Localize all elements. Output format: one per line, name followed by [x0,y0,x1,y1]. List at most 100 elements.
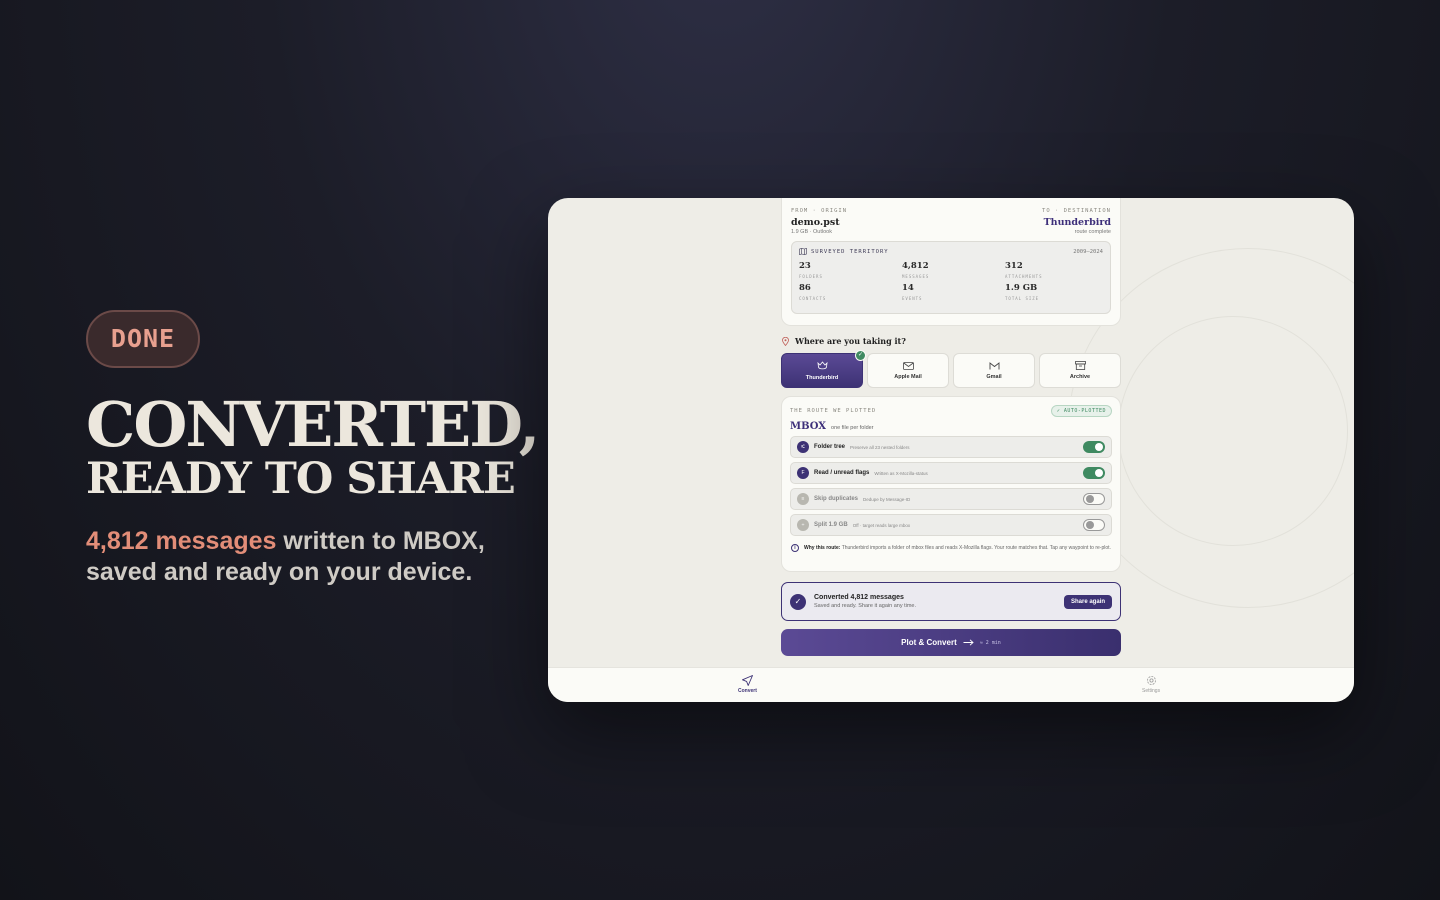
hero-subtitle-rest: written to MBOX, [276,527,485,555]
destination-label: Thunderbird [805,374,839,381]
conversion-sub: Saved and ready. Share it again any time… [814,603,917,609]
stat-events: 14 EVENTS [902,283,1005,301]
send-icon [742,675,753,686]
stat-folders: 23 FOLDERS [799,261,902,279]
stat-value: 86 [799,283,811,293]
hero-subtitle-line2: saved and ready on your device. [86,558,473,586]
option-desc: Written as X-Mozilla-status [874,470,928,476]
info-icon: i [791,544,799,552]
tab-label: Settings [1142,688,1161,694]
eta-label: ≈ 2 min [979,639,1001,646]
stat-label: ATTACHMENTS [1005,274,1043,279]
hero-section: DONE CONVERTED, READY TO SHARE 4,812 mes… [86,310,556,588]
hero-title-line2: READY TO SHARE [86,454,516,504]
stat-label: MESSAGES [902,274,930,279]
destination-label: Gmail [986,373,1002,380]
destination-name: Thunderbird [1043,217,1111,228]
share-again-button[interactable]: Share again [1063,594,1112,609]
conversion-title: Converted 4,812 messages [814,594,904,601]
why-route-text: Why this route: Thunderbird imports a fo… [804,544,1111,552]
territory-years: 2009–2024 [1073,248,1103,255]
toggle-switch[interactable] [1083,441,1105,453]
hero-title-line1: CONVERTED, [86,388,540,461]
duplicate-icon: ≡ [797,493,809,505]
destination-gmail[interactable]: Gmail [953,353,1035,388]
plot-convert-button[interactable]: Plot & Convert ≈ 2 min [781,629,1121,656]
mail-icon [902,361,914,370]
from-label: FROM · ORIGIN [791,208,848,214]
stat-value: 1.9 GB [1005,283,1038,293]
destination-question: Where are you taking it? [782,336,906,346]
bottom-tab-bar: Convert Settings [548,667,1354,702]
flag-icon: F [797,467,809,479]
toggle-switch[interactable] [1083,519,1105,531]
stat-value: 4,812 [902,261,929,271]
destination-picker: Thunderbird ✓ Apple Mail Gmail Archive [781,350,1121,388]
option-split[interactable]: ÷ Split 1.9 GB Off · target reads large … [790,514,1112,536]
plot-eyebrow: THE ROUTE WE PLOTTED [790,408,877,414]
source-file-name: demo.pst [791,217,840,228]
tab-settings[interactable]: Settings [1142,675,1160,694]
status-badge: DONE [86,310,200,368]
check-icon: ✓ [855,350,866,361]
tab-label: Convert [738,688,757,694]
map-icon [799,248,807,255]
stat-label: FOLDERS [799,274,823,279]
tab-convert[interactable]: Convert [738,675,757,694]
option-desc: Preserve all 23 nested folders [850,444,910,450]
why-route-note: i Why this route: Thunderbird imports a … [790,544,1112,552]
stat-total-size: 1.9 GB TOTAL SIZE [1005,283,1108,301]
stat-label: EVENTS [902,296,923,301]
territory-title-text: SURVEYED TERRITORY [811,248,889,255]
stat-attachments: 312 ATTACHMENTS [1005,261,1108,279]
stats-grid: 23 FOLDERS 4,812 MESSAGES 312 ATTACHMENTS 8… [799,261,1103,301]
question-text: Where are you taking it? [795,336,906,346]
why-route-body: Thunderbird imports a folder of mbox fil… [840,545,1111,551]
conversion-result: ✓ Converted 4,812 messages Saved and rea… [781,582,1121,621]
thunderbird-icon [816,360,828,369]
check-icon: ✓ [790,593,806,610]
option-folder-tree[interactable]: ⑆ Folder tree Preserve all 23 nested fol… [790,436,1112,458]
plot-convert-label: Plot & Convert [901,638,957,647]
stat-value: 312 [1005,261,1023,271]
destination-thunderbird[interactable]: Thunderbird ✓ [781,350,866,388]
stat-label: TOTAL SIZE [1005,296,1040,301]
auto-plotted-badge: ✓ AUTO-PLOTTED [1050,405,1112,417]
option-desc: Dedupe by Message-ID [863,496,911,502]
output-format-sub: one file per folder [831,425,874,431]
option-title: Folder tree [814,444,846,450]
stat-value: 23 [799,261,811,271]
location-pin-icon [782,336,789,346]
route-plot-card: THE ROUTE WE PLOTTED ✓ AUTO-PLOTTED MBOX… [781,396,1121,572]
toggle-switch[interactable] [1083,493,1105,505]
gmail-icon [989,361,999,369]
archive-icon [1074,361,1086,370]
decor-ring [1118,316,1348,546]
why-route-label: Why this route: [804,545,841,551]
option-desc: Off · target reads large mbox [852,522,911,528]
option-title: Split 1.9 GB [814,522,848,528]
stat-contacts: 86 CONTACTS [799,283,902,301]
option-title: Skip duplicates [814,496,859,502]
destination-archive[interactable]: Archive [1039,353,1121,388]
destination-apple-mail[interactable]: Apple Mail [867,353,949,388]
option-skip-duplicates[interactable]: ≡ Skip duplicates Dedupe by Message-ID [790,488,1112,510]
arrow-right-icon [963,639,974,646]
toggle-switch[interactable] [1083,467,1105,479]
stat-value: 14 [902,283,914,293]
stat-messages: 4,812 MESSAGES [902,261,1005,279]
stat-label: CONTACTS [799,296,827,301]
split-icon: ÷ [797,519,809,531]
route-card: FROM · ORIGIN demo.pst 1.9 GB · Outlook … [781,198,1121,326]
folder-tree-icon: ⑆ [797,441,809,453]
territory-panel: SURVEYED TERRITORY 2009–2024 23 FOLDERS 4… [791,241,1111,314]
option-title: Read / unread flags [814,470,870,476]
gear-icon [1146,676,1156,685]
to-label: TO · DESTINATION [1042,208,1111,214]
output-format: MBOX [790,421,827,432]
option-read-flags[interactable]: F Read / unread flags Written as X-Mozil… [790,462,1112,484]
hero-subtitle-accent: 4,812 messages [86,527,277,555]
destination-meta: route complete [1074,229,1111,235]
hero-subtitle: 4,812 messages written to MBOX, saved an… [86,526,556,588]
destination-label: Apple Mail [894,373,922,380]
